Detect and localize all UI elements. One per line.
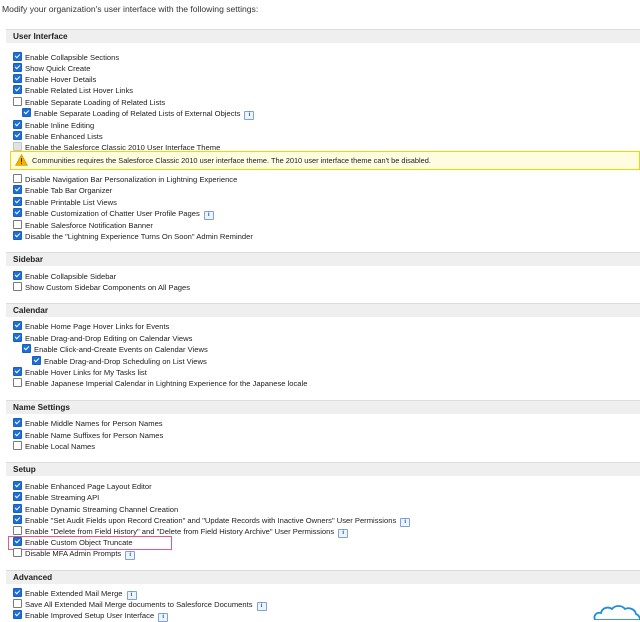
checkbox-row[interactable]: Disable MFA Admin Prompts i <box>13 548 136 560</box>
checkbox-row[interactable]: Enable Customization of Chatter User Pro… <box>13 208 214 220</box>
info-icon[interactable]: i <box>203 211 214 220</box>
checkbox[interactable] <box>13 282 22 291</box>
checkbox[interactable] <box>13 610 22 619</box>
checkbox-row[interactable]: Enable Related List Hover Links <box>13 85 133 96</box>
checkbox-row[interactable]: Disable Navigation Bar Personalization i… <box>13 174 237 185</box>
checkbox-row[interactable]: Disable the "Lightning Experience Turns … <box>13 231 253 242</box>
checkbox[interactable] <box>13 441 22 450</box>
checkbox-row[interactable]: Enable Local Names <box>13 441 95 452</box>
checkbox[interactable] <box>13 208 22 217</box>
checkbox[interactable] <box>32 356 41 365</box>
info-icon[interactable]: i <box>338 529 349 538</box>
checkbox-row[interactable]: Enable Hover Details <box>13 74 96 85</box>
checkbox-row[interactable]: Save All Extended Mail Merge documents t… <box>13 599 267 611</box>
checkbox-row[interactable]: Enable Home Page Hover Links for Events <box>13 321 169 332</box>
checkbox-row[interactable]: Enable Drag-and-Drop Editing on Calendar… <box>13 333 192 344</box>
info-icon[interactable]: i <box>158 613 169 622</box>
checkbox[interactable] <box>13 481 22 490</box>
section-header-setup: Setup <box>6 462 640 476</box>
checkbox[interactable] <box>13 537 22 546</box>
section-header-sidebar: Sidebar <box>6 252 640 266</box>
checkbox[interactable] <box>13 74 22 83</box>
checkbox-row[interactable]: Enable Extended Mail Merge i <box>13 588 137 600</box>
checkbox-row[interactable]: Enable Collapsible Sections <box>13 52 119 63</box>
checkbox[interactable] <box>13 52 22 61</box>
section-header-calendar: Calendar <box>6 303 640 317</box>
checkbox[interactable] <box>13 504 22 513</box>
checkbox[interactable] <box>13 526 22 535</box>
cloud-logo-icon <box>593 605 640 620</box>
warning-message: Communities requires the Salesforce Clas… <box>10 151 640 170</box>
info-icon[interactable]: i <box>244 111 255 120</box>
checkbox-row[interactable]: Show Quick Create <box>13 63 90 74</box>
checkbox[interactable] <box>13 271 22 280</box>
info-icon[interactable]: i <box>256 602 267 611</box>
section-header-name-settings: Name Settings <box>6 400 640 414</box>
checkbox-row[interactable]: Enable Tab Bar Organizer <box>13 185 112 196</box>
checkbox[interactable] <box>13 548 22 557</box>
checkbox-row[interactable]: Enable Dynamic Streaming Channel Creatio… <box>13 504 178 515</box>
checkbox-row[interactable]: Enable Japanese Imperial Calendar in Lig… <box>13 378 307 389</box>
checkbox[interactable] <box>13 197 22 206</box>
checkbox[interactable] <box>13 378 22 387</box>
checkbox-row[interactable]: Enable Enhanced Page Layout Editor <box>13 481 152 492</box>
checkbox-row[interactable]: Enable Separate Loading of Related Lists… <box>22 108 255 120</box>
checkbox-row[interactable]: Enable Separate Loading of Related Lists <box>13 97 165 108</box>
checkbox-row[interactable]: Enable Custom Object Truncate <box>13 537 133 548</box>
checkbox-row[interactable]: Enable Name Suffixes for Person Names <box>13 430 163 441</box>
checkbox-row[interactable]: Enable Enhanced Lists <box>13 131 103 142</box>
checkbox[interactable] <box>13 588 22 597</box>
checkbox[interactable] <box>22 108 31 117</box>
checkbox[interactable] <box>13 321 22 330</box>
checkbox[interactable] <box>13 174 22 183</box>
page-intro: Modify your organization's user interfac… <box>2 4 259 14</box>
checkbox[interactable] <box>13 85 22 94</box>
checkbox[interactable] <box>13 418 22 427</box>
section-header-advanced: Advanced <box>6 570 640 584</box>
checkbox[interactable] <box>13 492 22 501</box>
checkbox-row[interactable]: Enable Improved Setup User Interface i <box>13 610 169 622</box>
checkbox-row[interactable]: Enable Click-and-Create Events on Calend… <box>22 344 208 355</box>
checkbox[interactable] <box>13 185 22 194</box>
checkbox[interactable] <box>13 599 22 608</box>
info-icon[interactable]: i <box>400 518 411 527</box>
checkbox-row[interactable]: Show Custom Sidebar Components on All Pa… <box>13 282 190 293</box>
checkbox-row[interactable]: Enable Hover Links for My Tasks list <box>13 367 147 378</box>
checkbox[interactable] <box>13 131 22 140</box>
checkbox-row[interactable]: Enable Middle Names for Person Names <box>13 418 163 429</box>
checkbox[interactable] <box>13 515 22 524</box>
checkbox[interactable] <box>22 344 31 353</box>
checkbox[interactable] <box>13 120 22 129</box>
checkbox[interactable] <box>13 220 22 229</box>
checkbox-row[interactable]: Enable Printable List Views <box>13 197 117 208</box>
checkbox-row[interactable]: Enable Streaming API <box>13 492 99 503</box>
checkbox[interactable] <box>13 430 22 439</box>
checkbox[interactable] <box>13 63 22 72</box>
info-icon[interactable]: i <box>125 551 136 560</box>
checkbox[interactable] <box>13 97 22 106</box>
checkbox-row[interactable]: Enable Collapsible Sidebar <box>13 271 116 282</box>
checkbox <box>13 142 22 151</box>
checkbox[interactable] <box>13 333 22 342</box>
checkbox-row[interactable]: Enable Salesforce Notification Banner <box>13 220 153 231</box>
warning-icon <box>15 154 28 166</box>
section-header-user-interface: User Interface <box>6 29 640 43</box>
checkbox[interactable] <box>13 367 22 376</box>
checkbox[interactable] <box>13 231 22 240</box>
checkbox-row[interactable]: Enable Inline Editing <box>13 120 94 131</box>
checkbox-row[interactable]: Enable Drag-and-Drop Scheduling on List … <box>32 356 207 367</box>
checkbox-row[interactable]: Enable "Set Audit Fields upon Record Cre… <box>13 515 411 527</box>
